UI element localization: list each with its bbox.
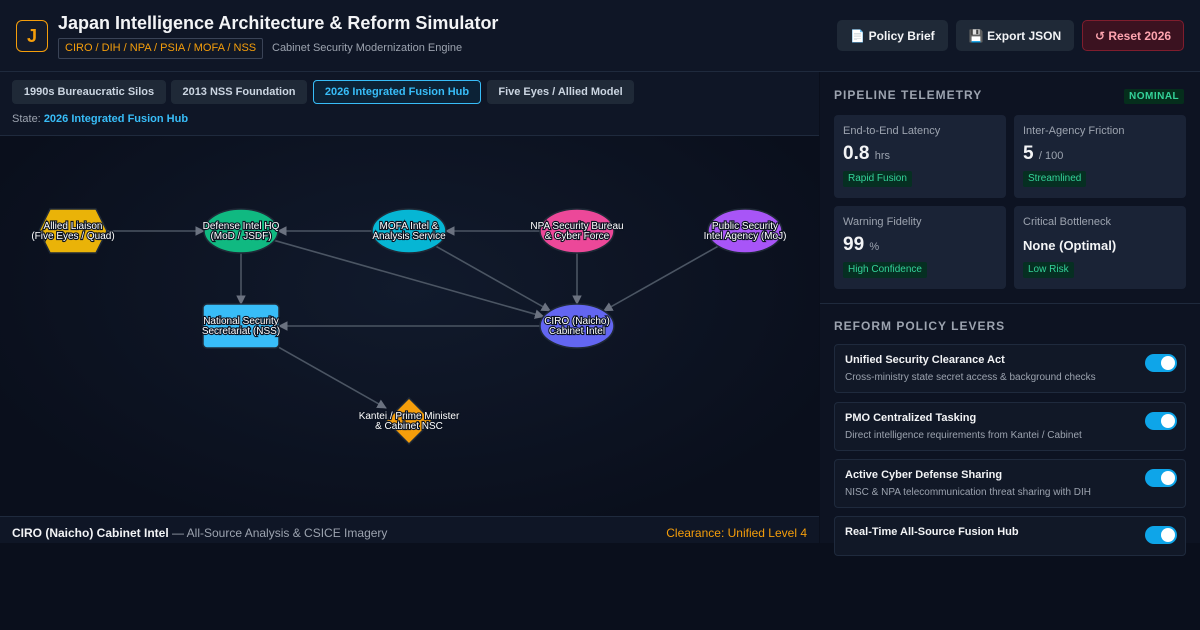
card-number: 0.8 xyxy=(843,143,870,164)
node-label: (MoD / JSDF) xyxy=(210,231,271,242)
clearance-act-toggle[interactable] xyxy=(1145,354,1177,372)
fidelity-card: Warning Fidelity 99 % High Confidence xyxy=(834,206,1006,289)
card-badge: High Confidence xyxy=(843,262,927,278)
lever-pmo-tasking: PMO Centralized Tasking Direct intellige… xyxy=(834,402,1186,451)
node-kantei[interactable]: Kantei / Prime Minister& Cabinet NSC xyxy=(358,396,461,446)
node-label: Intel Agency (MoJ) xyxy=(704,231,787,242)
pmo-tasking-toggle[interactable] xyxy=(1145,412,1177,430)
card-value: 5 / 100 xyxy=(1023,143,1063,165)
friction-card: Inter-Agency Friction 5 / 100 Streamline… xyxy=(1014,115,1186,198)
lever-desc: Direct intelligence requirements from Ka… xyxy=(845,430,1082,441)
telemetry-title: PIPELINE TELEMETRY xyxy=(834,88,983,102)
card-value: None (Optimal) xyxy=(1023,238,1117,253)
node-label: Secretariat (NSS) xyxy=(202,326,280,337)
lever-fusion-hub: Real-Time All-Source Fusion Hub xyxy=(834,516,1186,556)
card-value: 0.8 hrs xyxy=(843,143,890,165)
lever-title: Unified Security Clearance Act xyxy=(845,354,1005,366)
node-dih[interactable]: Defense Intel HQ(MoD / JSDF) xyxy=(202,208,281,254)
bottleneck-card: Critical Bottleneck None (Optimal) Low R… xyxy=(1014,206,1186,289)
reset-button[interactable]: ↺ Reset 2026 xyxy=(1082,20,1184,51)
control-panel: PIPELINE TELEMETRY NOMINAL End-to-End La… xyxy=(820,72,1200,556)
node-detail-bar: CIRO (Naicho) Cabinet Intel — All-Source… xyxy=(0,516,819,543)
clearance-level: Clearance: Unified Level 4 xyxy=(666,526,807,540)
toggle-knob xyxy=(1161,414,1175,428)
edge-nss-to-kantei xyxy=(278,346,387,409)
node-label: & Cyber Force xyxy=(545,231,610,242)
edge-psia-to-ciro xyxy=(602,245,719,312)
selected-node-desc: — All-Source Analysis & CSICE Imagery xyxy=(172,526,388,540)
fusion-hub-toggle[interactable] xyxy=(1145,526,1177,544)
lever-clearance-act: Unified Security Clearance Act Cross-min… xyxy=(834,344,1186,393)
tab-2026-fusion-hub[interactable]: 2026 Integrated Fusion Hub xyxy=(313,80,481,104)
app-logo: J xyxy=(16,20,48,52)
tab-1990s-silos[interactable]: 1990s Bureaucratic Silos xyxy=(12,80,166,104)
card-unit: hrs xyxy=(874,150,890,162)
levers-title: REFORM POLICY LEVERS xyxy=(834,319,1006,333)
node-label: & Cabinet NSC xyxy=(375,421,443,432)
card-label: Critical Bottleneck xyxy=(1023,216,1112,228)
node-npa[interactable]: NPA Security Bureau& Cyber Force xyxy=(529,208,625,254)
lever-cyber-defense: Active Cyber Defense Sharing NISC & NPA … xyxy=(834,459,1186,508)
architecture-panel: 1990s Bureaucratic Silos 2013 NSS Founda… xyxy=(0,72,819,543)
card-badge: Streamlined xyxy=(1023,171,1087,187)
tab-2013-nss[interactable]: 2013 NSS Foundation xyxy=(171,80,307,104)
toggle-knob xyxy=(1161,528,1175,542)
cyber-defense-toggle[interactable] xyxy=(1145,469,1177,487)
latency-card: End-to-End Latency 0.8 hrs Rapid Fusion xyxy=(834,115,1006,198)
lever-title: Active Cyber Defense Sharing xyxy=(845,469,1003,481)
network-svg: Allied Liaison(Five Eyes / Quad) Defense … xyxy=(30,208,788,446)
card-badge: Low Risk xyxy=(1023,262,1074,278)
toggle-knob xyxy=(1161,471,1175,485)
era-selector: 1990s Bureaucratic Silos 2013 NSS Founda… xyxy=(0,72,819,136)
status-badge: NOMINAL xyxy=(1124,89,1185,104)
toggle-knob xyxy=(1161,356,1175,370)
state-value: 2026 Integrated Fusion Hub xyxy=(43,113,189,125)
lever-desc: Cross-ministry state secret access & bac… xyxy=(845,372,1096,383)
state-indicator: State: 2026 Integrated Fusion Hub xyxy=(12,113,188,125)
app-title: Japan Intelligence Architecture & Reform… xyxy=(58,13,499,33)
card-unit: % xyxy=(869,241,880,253)
card-label: Warning Fidelity xyxy=(843,216,922,228)
card-label: End-to-End Latency xyxy=(843,125,941,137)
card-value: 99 % xyxy=(843,234,879,256)
node-psia[interactable]: Public SecurityIntel Agency (MoJ) xyxy=(702,208,788,254)
selected-node-name: CIRO (Naicho) Cabinet Intel xyxy=(12,526,169,540)
export-json-button[interactable]: 💾 Export JSON xyxy=(956,20,1074,51)
agency-network-graph[interactable]: Allied Liaison (Five Eyes / Quad) Defense … xyxy=(0,136,819,516)
tab-five-eyes[interactable]: Five Eyes / Allied Model xyxy=(487,80,634,104)
section-divider xyxy=(820,303,1200,304)
node-label: (Five Eyes / Quad) xyxy=(31,231,114,242)
lever-desc: NISC & NPA telecommunication threat shar… xyxy=(845,487,1092,498)
agency-tag: CIRO / DIH / NPA / PSIA / MOFA / NSS xyxy=(58,38,264,59)
state-prefix: State: xyxy=(12,113,41,125)
card-number: 99 xyxy=(843,234,865,255)
node-label: Cabinet Intel xyxy=(549,326,605,337)
lever-title: Real-Time All-Source Fusion Hub xyxy=(845,526,1019,538)
app-subtitle: Cabinet Security Modernization Engine xyxy=(272,42,463,54)
node-mofa[interactable]: MOFA Intel &Analysis Service xyxy=(371,208,447,254)
node-allied[interactable]: Allied Liaison(Five Eyes / Quad) xyxy=(30,208,116,254)
lever-title: PMO Centralized Tasking xyxy=(845,412,977,424)
card-label: Inter-Agency Friction xyxy=(1023,125,1125,137)
node-nss[interactable]: National SecuritySecretariat (NSS) xyxy=(201,303,281,349)
edge-mofa-to-ciro xyxy=(435,245,552,312)
node-label: Analysis Service xyxy=(372,231,446,242)
card-unit: / 100 xyxy=(1038,150,1064,162)
app-header: J Japan Intelligence Architecture & Refo… xyxy=(0,0,1200,72)
card-badge: Rapid Fusion xyxy=(843,171,912,187)
policy-brief-button[interactable]: 📄 Policy Brief xyxy=(837,20,948,51)
card-number: 5 xyxy=(1023,143,1034,164)
node-ciro[interactable]: CIRO (Naicho)Cabinet Intel xyxy=(539,303,615,349)
